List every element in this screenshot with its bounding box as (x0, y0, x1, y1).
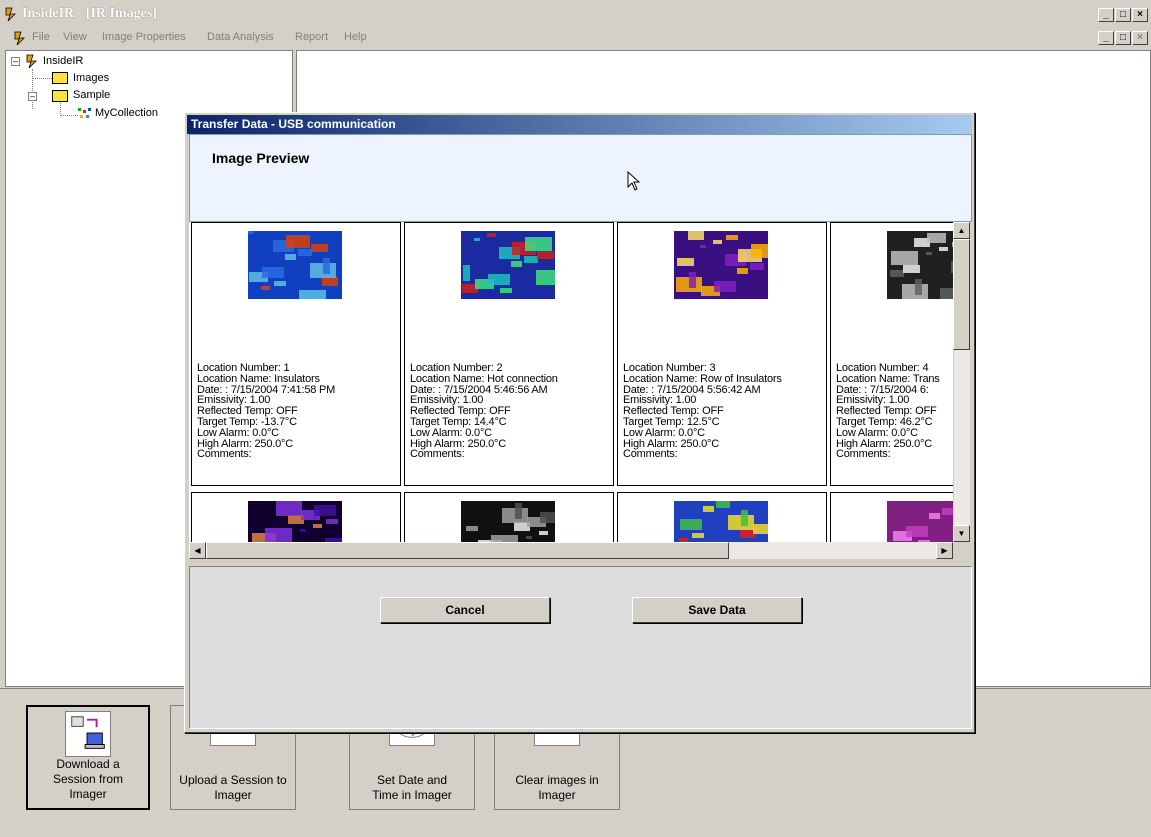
vertical-scroll-thumb[interactable] (953, 239, 970, 350)
menu-image-properties[interactable]: Image Properties (102, 31, 186, 43)
dialog-button-panel: Cancel Save Data (189, 566, 972, 729)
image-card[interactable]: Location Number: 2 Location Name: Hot con… (404, 222, 614, 486)
image-card[interactable] (830, 492, 953, 542)
image-grid: Location Number: 1 Location Name: Insulat… (189, 222, 953, 542)
image-card[interactable] (617, 492, 827, 542)
mdi-restore-button[interactable]: □ (1115, 31, 1131, 45)
mdi-minimize-button[interactable]: _ (1098, 31, 1114, 45)
image-info: Location Number: 2 Location Name: Hot con… (410, 363, 558, 460)
clear-images-label: Clear images in Imager (515, 773, 599, 802)
title-bar: InsideIR - [IR Images] _ □ × (0, 0, 1151, 28)
tree-collapse-icon[interactable]: – (11, 57, 20, 66)
info-low-alarm: Low Alarm: 0.0°C (623, 426, 705, 439)
download-session-label: Download a Session from Imager (52, 757, 124, 801)
tree-item-images[interactable]: Images (73, 72, 109, 84)
tree-collapse-icon[interactable]: – (28, 92, 37, 101)
info-comments: Comments: (197, 448, 252, 461)
ir-thumbnail[interactable] (248, 501, 342, 542)
tree-line (32, 78, 52, 79)
ir-thumbnail[interactable] (674, 501, 768, 542)
app-menu-icon[interactable] (12, 30, 28, 46)
mouse-cursor-icon (627, 171, 641, 191)
folder-icon (52, 90, 68, 102)
tree-item-mycollection[interactable]: MyCollection (95, 107, 158, 119)
horizontal-scroll-thumb[interactable] (206, 542, 729, 559)
menu-data-analysis[interactable]: Data Analysis (207, 31, 274, 43)
image-info: Location Number: 1 Location Name: Insulat… (197, 363, 335, 460)
upload-session-label: Upload a Session to Imager (179, 773, 287, 802)
cancel-button[interactable]: Cancel (380, 597, 550, 623)
info-low-alarm: Low Alarm: 0.0°C (836, 426, 918, 439)
image-info: Location Number: 4 Location Name: Trans Da… (836, 363, 940, 460)
menu-view[interactable]: View (63, 31, 87, 43)
ir-thumbnail[interactable] (461, 501, 555, 542)
preview-header: Image Preview (189, 134, 972, 222)
image-card[interactable]: Location Number: 1 Location Name: Insulat… (191, 222, 401, 486)
info-location-name: Location Name: Hot connection (410, 372, 558, 385)
dialog-title: Transfer Data - USB communication (191, 117, 396, 131)
download-session-button[interactable]: Download a Session from Imager (26, 705, 150, 810)
ir-thumbnail[interactable] (461, 231, 555, 299)
minimize-button[interactable]: _ (1098, 8, 1114, 22)
image-card[interactable] (191, 492, 401, 542)
ir-thumbnail[interactable] (887, 501, 953, 542)
info-location-name: Location Name: Row of Insulators (623, 372, 782, 385)
folder-icon (52, 72, 68, 84)
ir-thumbnail[interactable] (887, 231, 953, 299)
scroll-down-button[interactable]: ▼ (953, 525, 970, 542)
window-title: InsideIR - [IR Images] (22, 6, 157, 21)
menu-file[interactable]: File (32, 31, 50, 43)
vertical-scrollbar[interactable]: ▲ ▼ (953, 222, 970, 542)
tree-item-sample[interactable]: Sample (73, 89, 110, 101)
tree-line (32, 69, 33, 109)
info-low-alarm: Low Alarm: 0.0°C (410, 426, 492, 439)
preview-heading: Image Preview (212, 150, 310, 166)
info-comments: Comments: (623, 448, 678, 461)
tree-line (60, 115, 78, 116)
menu-report[interactable]: Report (295, 31, 328, 43)
scroll-up-button[interactable]: ▲ (953, 222, 970, 239)
maximize-button[interactable]: □ (1115, 8, 1131, 22)
scroll-right-button[interactable]: ▶ (936, 542, 953, 559)
ir-thumbnail[interactable] (674, 231, 768, 299)
tree-item-insideir[interactable]: InsideIR (43, 55, 83, 67)
scroll-left-button[interactable]: ◀ (189, 542, 206, 559)
collection-icon (78, 108, 91, 118)
image-info: Location Number: 3 Location Name: Row of … (623, 363, 782, 460)
download-icon (65, 711, 111, 757)
info-location-name: Location Name: Trans (836, 372, 940, 385)
info-location-name: Location Name: Insulators (197, 372, 320, 385)
mdi-close-button[interactable]: × (1132, 31, 1148, 45)
transfer-dialog: Transfer Data - USB communication Image … (184, 112, 975, 733)
app-icon (3, 6, 19, 22)
info-comments: Comments: (836, 448, 891, 461)
dialog-title-bar[interactable]: Transfer Data - USB communication (187, 115, 972, 134)
image-card[interactable] (404, 492, 614, 542)
ir-thumbnail[interactable] (248, 231, 342, 299)
set-date-time-label: Set Date and Time in Imager (372, 773, 452, 802)
menu-bar: File View Image Properties Data Analysis… (0, 28, 1151, 48)
save-data-button[interactable]: Save Data (632, 597, 802, 623)
horizontal-scrollbar[interactable]: ◀ ▶ (189, 542, 953, 559)
close-button[interactable]: × (1132, 8, 1148, 22)
image-card[interactable]: Location Number: 4 Location Name: Trans Da… (830, 222, 953, 486)
menu-help[interactable]: Help (344, 31, 367, 43)
info-comments: Comments: (410, 448, 465, 461)
insideir-icon (26, 54, 37, 69)
info-low-alarm: Low Alarm: 0.0°C (197, 426, 279, 439)
image-card[interactable]: Location Number: 3 Location Name: Row of … (617, 222, 827, 486)
